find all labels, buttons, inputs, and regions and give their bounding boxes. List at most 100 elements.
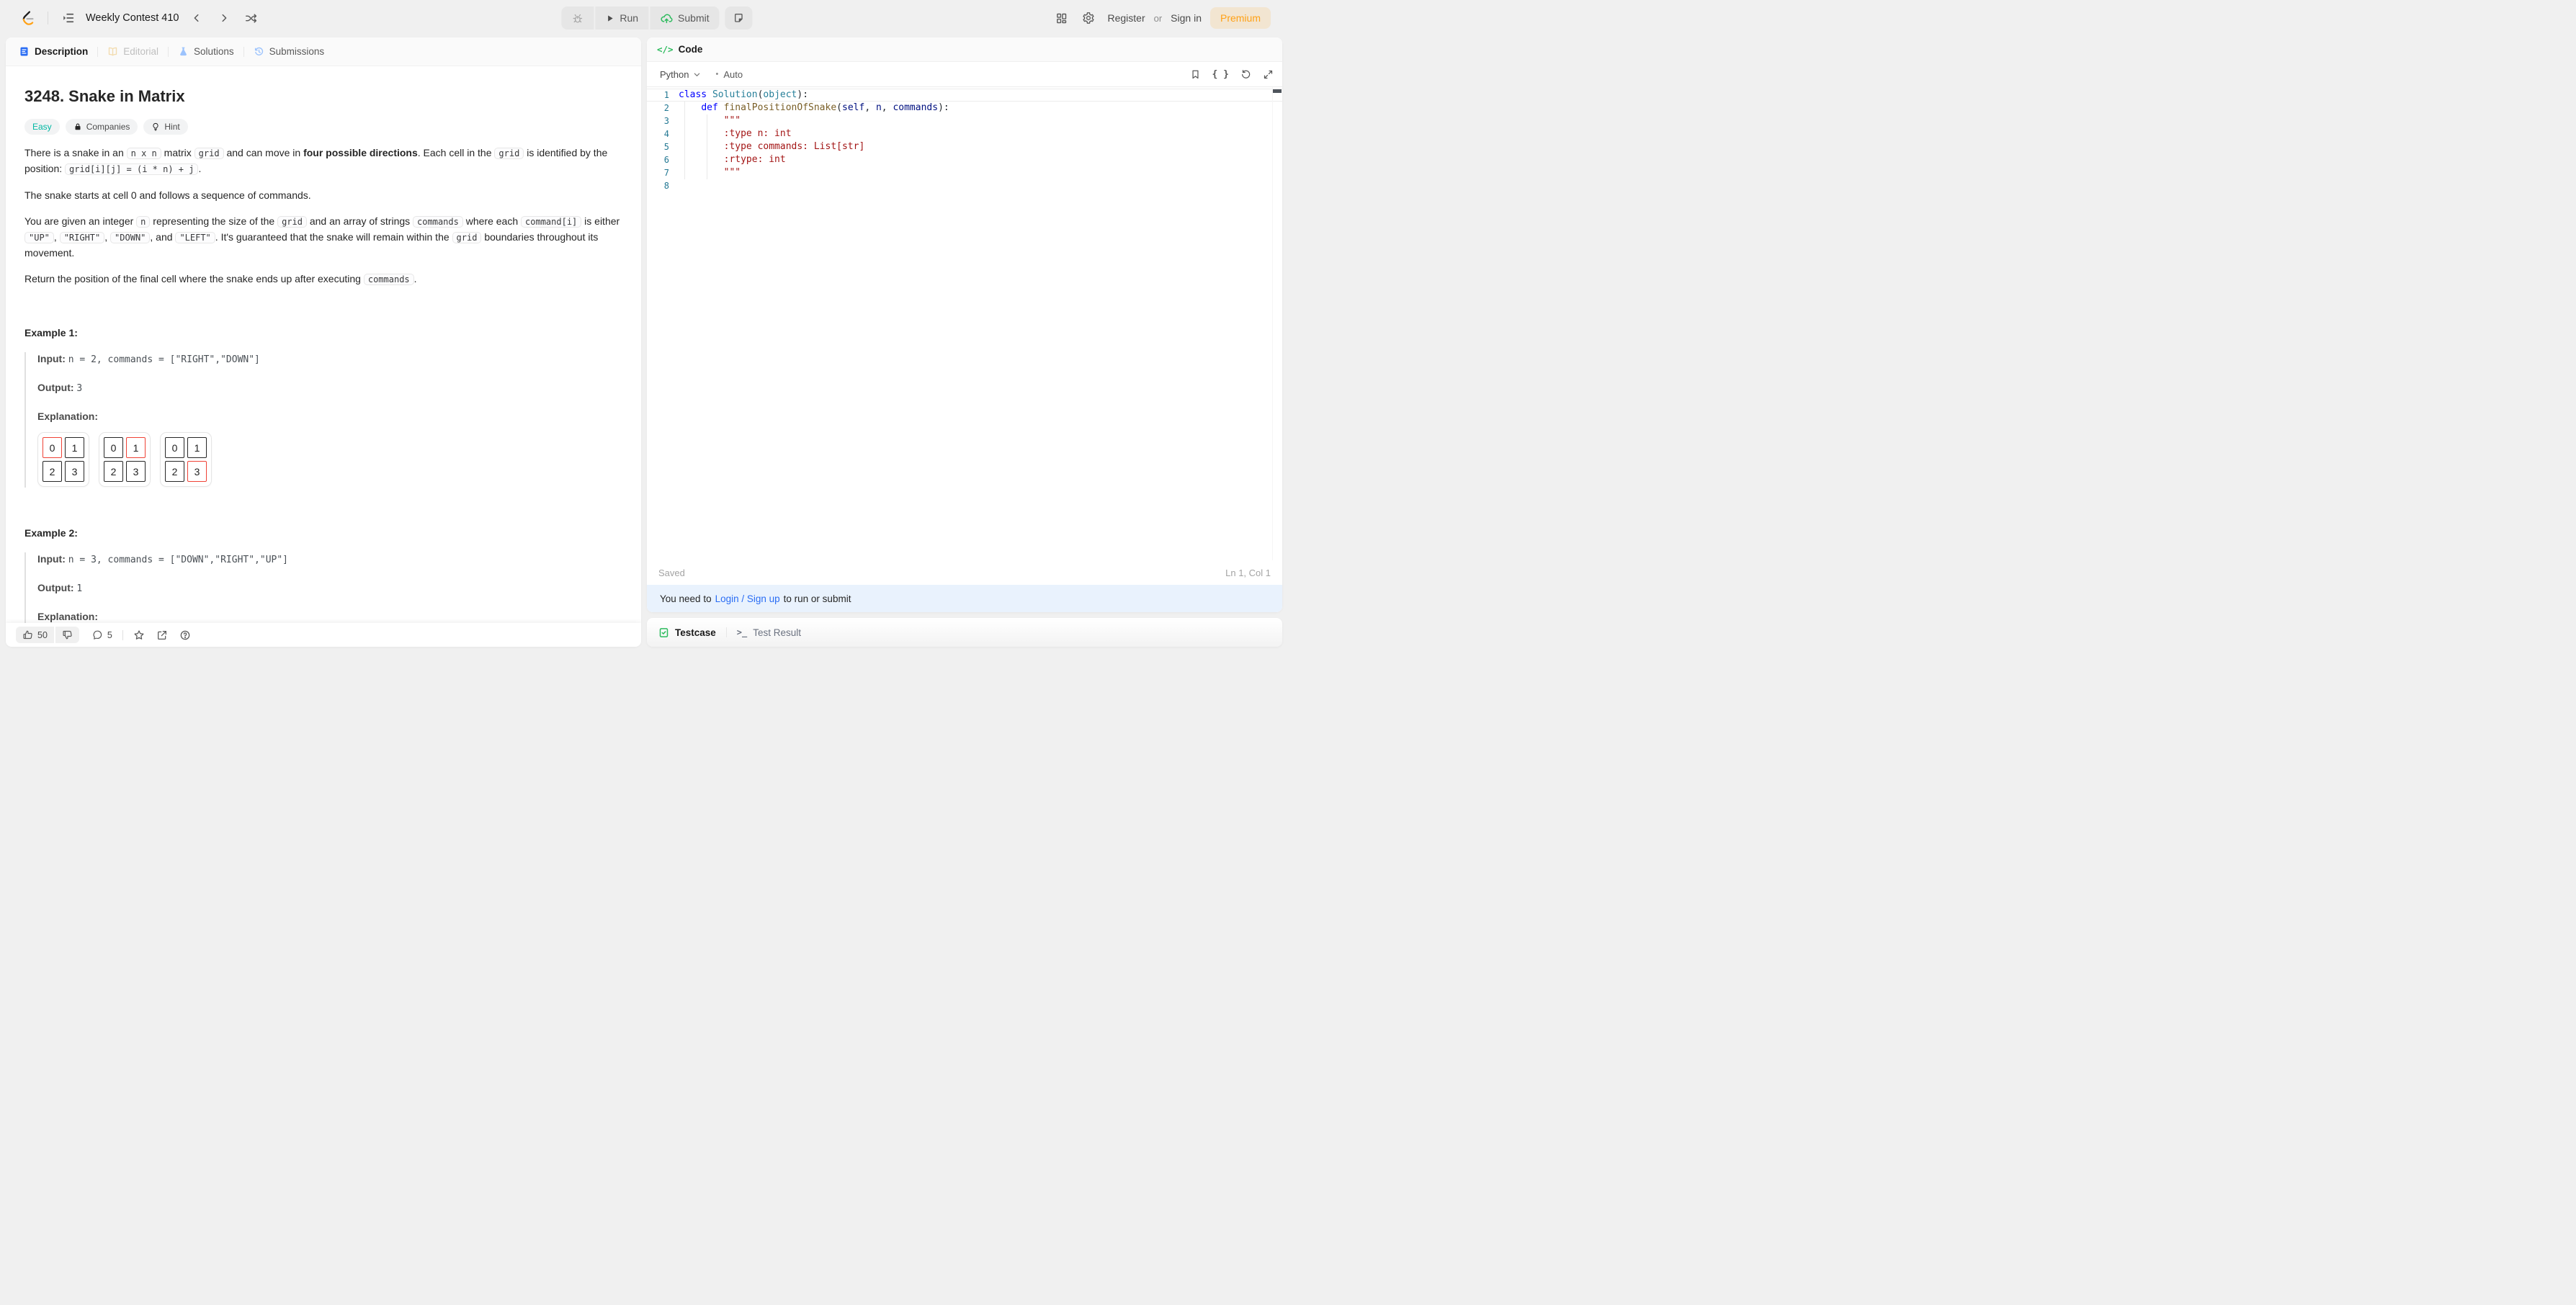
code-line: 5 :type commands: List[str] (647, 140, 1282, 153)
inline-code-chip: commands (413, 216, 463, 228)
testcase-check-icon (658, 627, 669, 638)
line-number: 3 (647, 115, 679, 127)
comment-count: 5 (107, 630, 112, 640)
like-count: 50 (37, 630, 48, 640)
tab-submissions[interactable]: Submissions (252, 46, 326, 57)
lock-icon (73, 122, 82, 131)
signin-link[interactable]: Sign in (1169, 9, 1203, 27)
tab-editorial[interactable]: Editorial (106, 46, 160, 57)
inline-code-chip: "UP" (24, 232, 54, 243)
description-panel: Description Editorial Solutions (6, 37, 641, 647)
code-editor[interactable]: 1class Solution(object):2 def finalPosit… (647, 86, 1282, 560)
login-banner: You need to Login / Sign up to run or su… (647, 585, 1282, 612)
code-line: 3 """ (647, 115, 1282, 127)
fullscreen-icon[interactable] (1263, 69, 1274, 80)
submit-button[interactable]: Submit (650, 6, 720, 30)
login-signup-link[interactable]: Login / Sign up (715, 593, 780, 604)
debug-button[interactable] (561, 6, 594, 30)
companies-badge[interactable]: Companies (66, 119, 138, 135)
language-selector[interactable]: Python (656, 67, 705, 82)
submissions-history-icon (254, 46, 264, 57)
matrix-grid: 0123 (160, 432, 212, 487)
inline-code-chip: grid (494, 148, 524, 159)
like-button[interactable]: 50 (16, 627, 54, 643)
grid-cell: 1 (126, 437, 146, 458)
difficulty-badge[interactable]: Easy (24, 119, 60, 135)
example-explanation-label: Explanation: (37, 411, 622, 423)
example-heading: Example 2: (24, 527, 622, 539)
register-link[interactable]: Register (1106, 9, 1146, 27)
matrix-grid: 0123 (99, 432, 151, 487)
matrix-grid: 0123 (37, 432, 89, 487)
notes-icon[interactable] (725, 6, 753, 30)
inline-code-chip: n x n (127, 148, 161, 159)
problem-paragraph: The snake starts at cell 0 and follows a… (24, 188, 622, 203)
auto-indicator[interactable]: • Auto (715, 69, 743, 80)
format-code-icon[interactable]: { } (1212, 69, 1229, 80)
problem-statement: There is a snake in an n x n matrix grid… (24, 145, 622, 287)
problem-footer: 50 5 (6, 623, 641, 647)
code-panel-title: Code (679, 44, 703, 55)
grid-cell: 3 (126, 461, 146, 482)
line-number: 5 (647, 140, 679, 153)
dislike-button[interactable] (55, 627, 79, 643)
grid-cell: 2 (104, 461, 123, 482)
editorial-book-icon (107, 46, 118, 57)
help-icon[interactable] (179, 629, 191, 641)
description-icon (19, 46, 30, 57)
inline-code-chip: "RIGHT" (60, 232, 105, 243)
comments-button[interactable]: 5 (92, 629, 112, 640)
next-problem-button[interactable] (214, 8, 234, 28)
solutions-flask-icon (178, 46, 189, 57)
example-output: Output: 1 (37, 582, 622, 595)
examples-section: Example 1: Input: n = 2, commands = ["RI… (24, 327, 622, 647)
example-output: Output: 3 (37, 382, 622, 395)
code-line: 1class Solution(object): (647, 89, 1282, 102)
settings-gear-icon[interactable] (1078, 8, 1099, 28)
inline-code-chip: "LEFT" (175, 232, 215, 243)
tab-solutions[interactable]: Solutions (176, 46, 236, 57)
grid-cell: 0 (165, 437, 184, 458)
thumbs-down-icon (62, 629, 73, 640)
tab-description[interactable]: Description (17, 46, 89, 57)
inline-code-chip: command[i] (521, 216, 581, 228)
bookmark-icon[interactable] (1190, 69, 1201, 80)
premium-button[interactable]: Premium (1210, 7, 1271, 29)
example-input: Input: n = 2, commands = ["RIGHT","DOWN"… (37, 353, 622, 366)
inline-code-chip: grid (277, 216, 307, 228)
problem-title: 3248. Snake in Matrix (24, 86, 622, 107)
code-line: 2 def finalPositionOfSnake(self, n, comm… (647, 102, 1282, 115)
leetcode-logo[interactable] (17, 8, 37, 28)
inline-code-chip: "DOWN" (110, 232, 150, 243)
example-heading: Example 1: (24, 327, 622, 338)
reset-code-icon[interactable] (1240, 69, 1251, 80)
code-line: 6 :rtype: int (647, 153, 1282, 166)
share-icon[interactable] (156, 629, 168, 641)
editor-scrollbar[interactable] (1272, 87, 1282, 560)
hint-badge[interactable]: Hint (143, 119, 187, 135)
prev-problem-button[interactable] (187, 8, 207, 28)
layout-switcher-icon[interactable] (1051, 8, 1071, 28)
terminal-icon: >_ (737, 627, 747, 637)
contest-title[interactable]: Weekly Contest 410 (86, 12, 179, 24)
line-number: 7 (647, 166, 679, 179)
chevron-down-icon (693, 71, 701, 79)
code-line: 8 (647, 179, 1282, 192)
code-line: 4 :type n: int (647, 127, 1282, 140)
grid-cell: 2 (43, 461, 62, 482)
inline-code-chip: commands (364, 274, 414, 285)
line-number: 1 (647, 89, 679, 102)
shuffle-icon[interactable] (241, 8, 261, 28)
run-button[interactable]: Run (595, 6, 648, 30)
problem-paragraph: Return the position of the final cell wh… (24, 272, 622, 287)
tab-test-result[interactable]: >_ Test Result (737, 627, 801, 638)
grid-cell: 2 (165, 461, 184, 482)
favorite-star-icon[interactable] (133, 629, 145, 641)
saved-status: Saved (658, 568, 685, 578)
problem-list-icon[interactable] (58, 8, 79, 28)
grid-cell: 3 (187, 461, 207, 482)
example-explanation-label: Explanation: (37, 611, 622, 623)
tab-testcase[interactable]: Testcase (658, 627, 716, 638)
description-tabbar: Description Editorial Solutions (6, 37, 641, 66)
example-section: Example 1: Input: n = 2, commands = ["RI… (24, 327, 622, 488)
